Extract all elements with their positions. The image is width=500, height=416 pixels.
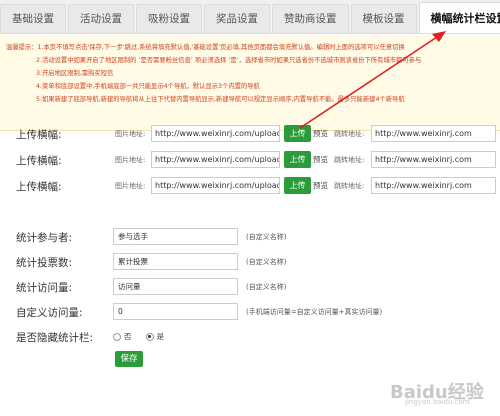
tab-template-settings[interactable]: 模板设置	[350, 4, 417, 33]
link-url-label: 跳转地址:	[334, 156, 365, 164]
link-url-input[interactable]: http://www.weixinrj.com	[371, 151, 496, 168]
votes-hint: (自定义名称)	[246, 258, 287, 266]
tab-follower-settings[interactable]: 吸粉设置	[136, 4, 202, 33]
hide-stats-yes-radio[interactable]	[145, 332, 154, 341]
hide-stats-no-radio[interactable]	[113, 332, 121, 341]
tab-activity-settings[interactable]: 活动设置	[68, 4, 134, 33]
tab-prize-settings[interactable]: 奖品设置	[204, 4, 270, 33]
preview-link[interactable]: 预览	[313, 128, 328, 139]
notice-line-1: 温馨提示：1.本页不填写点击'保存,下一步'跳过,系统将填充默认值,'基础设置'…	[6, 41, 494, 54]
upload-button[interactable]: 上传	[284, 177, 311, 194]
votes-name-input[interactable]: 累计投票	[113, 253, 238, 270]
banner-upload-row-1: 上传横幅: 图片地址: http://www.weixinrj.com/uplo…	[0, 125, 500, 143]
custom-visits-row: 自定义访问量: 0 (手机端访问量=自定义访问量+真实访问量)	[0, 303, 500, 321]
banner-upload-label: 上传横幅:	[16, 129, 62, 141]
notice-line-5: 5.如果新建了底部导航,新建的导航将从上往下代替内置导航显示,新建导航可以规定显…	[36, 96, 405, 103]
link-url-label: 跳转地址:	[334, 130, 365, 138]
link-url-input[interactable]: http://www.weixinrj.com	[371, 177, 496, 194]
image-url-label: 图片地址:	[115, 182, 146, 190]
visits-name-input[interactable]: 访问量	[113, 278, 238, 295]
image-url-label: 图片地址:	[115, 156, 146, 164]
participants-row: 统计参与者: 参与选手 (自定义名称)	[0, 228, 500, 246]
upload-button[interactable]: 上传	[284, 151, 311, 168]
banner-upload-label: 上传横幅:	[16, 181, 62, 193]
custom-visits-input[interactable]: 0	[113, 303, 238, 320]
image-url-input[interactable]: http://www.weixinrj.com/uploads/r	[151, 125, 280, 142]
visits-hint: (自定义名称)	[246, 283, 287, 291]
hide-stats-yes-label[interactable]: 是	[157, 331, 165, 342]
banner-upload-row-2: 上传横幅: 图片地址: http://www.weixinrj.com/uplo…	[0, 151, 500, 169]
participants-label: 统计参与者:	[16, 232, 73, 244]
notice-line-3: 3.开启地区限制,需购买短信	[36, 70, 114, 77]
tab-basic-settings[interactable]: 基础设置	[0, 4, 66, 33]
custom-visits-hint: (手机端访问量=自定义访问量+真实访问量)	[246, 308, 383, 316]
watermark-url: jingyan.baidu.com	[405, 398, 470, 406]
save-button[interactable]: 保存	[115, 351, 143, 367]
hide-stats-no-label[interactable]: 否	[124, 331, 132, 342]
tab-banner-stats-settings[interactable]: 横幅统计栏设置	[418, 2, 500, 33]
visits-row: 统计访问量: 访问量 (自定义名称)	[0, 278, 500, 296]
upload-button[interactable]: 上传	[284, 125, 311, 142]
settings-tab-bar: 基础设置 活动设置 吸粉设置 奖品设置 赞助商设置 模板设置 横幅统计栏设置	[0, 0, 500, 34]
image-url-label: 图片地址:	[115, 130, 146, 138]
tips-notice: 温馨提示：1.本页不填写点击'保存,下一步'跳过,系统将填充默认值,'基础设置'…	[0, 35, 500, 131]
notice-line-4: 4.菜单和底部设置中,手机端底部一共只能显示4个导航，默认显示3个内置的导航	[36, 83, 260, 90]
hide-stats-row: 是否隐藏统计栏: 否 是	[0, 328, 500, 346]
hide-stats-radio-group: 否 是	[113, 331, 178, 342]
banner-upload-label: 上传横幅:	[16, 155, 62, 167]
notice-text-1: 1.本页不填写点击'保存,下一步'跳过,系统将填充默认值,'基础设置'页必填,其…	[37, 44, 405, 51]
visits-label: 统计访问量:	[16, 282, 73, 294]
participants-name-input[interactable]: 参与选手	[113, 228, 238, 245]
notice-line-2: 2.活动设置中如果开启了地区限制的 ‘是否需要粉丝信息’ 项必须选择 ‘是’，选…	[36, 57, 422, 64]
banner-upload-row-3: 上传横幅: 图片地址: http://www.weixinrj.com/uplo…	[0, 177, 500, 195]
tab-sponsor-settings[interactable]: 赞助商设置	[272, 4, 349, 33]
votes-row: 统计投票数: 累计投票 (自定义名称)	[0, 253, 500, 271]
preview-link[interactable]: 预览	[313, 154, 328, 165]
link-url-input[interactable]: http://www.weixinrj.com	[371, 125, 496, 142]
notice-lead: 温馨提示：	[6, 44, 38, 51]
preview-link[interactable]: 预览	[313, 180, 328, 191]
image-url-input[interactable]: http://www.weixinrj.com/uploads/r	[151, 177, 280, 194]
image-url-input[interactable]: http://www.weixinrj.com/uploads/r	[151, 151, 280, 168]
custom-visits-label: 自定义访问量:	[16, 307, 83, 319]
participants-hint: (自定义名称)	[246, 233, 287, 241]
hide-stats-label: 是否隐藏统计栏:	[16, 332, 94, 344]
votes-label: 统计投票数:	[16, 257, 73, 269]
link-url-label: 跳转地址:	[334, 182, 365, 190]
